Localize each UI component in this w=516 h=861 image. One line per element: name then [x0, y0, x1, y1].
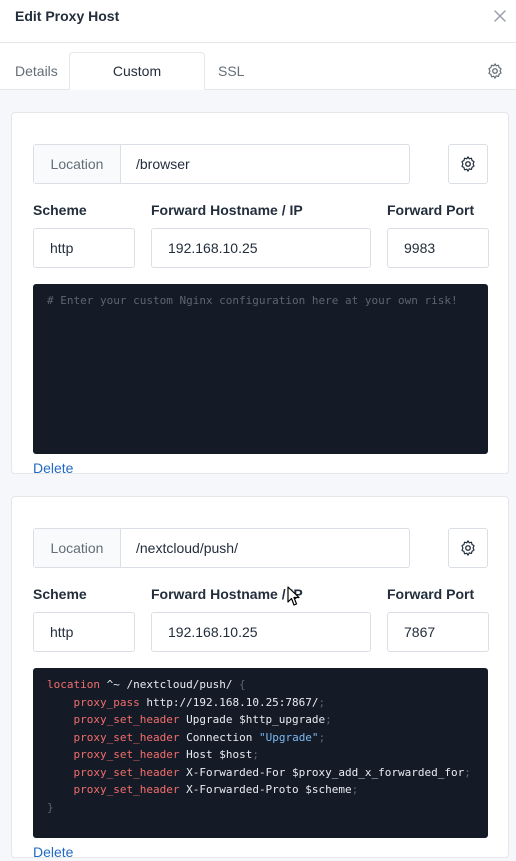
forward-host-label: Forward Hostname / IP: [151, 202, 303, 218]
custom-location-card: Location Scheme Forward Hostname / IP Fo…: [11, 496, 509, 860]
config-line: proxy_set_header X-Forwarded-For $proxy_…: [73, 765, 471, 779]
custom-location-card: Location Scheme Forward Hostname / IP Fo…: [11, 112, 509, 476]
config-line: proxy_set_header Connection "Upgrade";: [73, 730, 326, 744]
advanced-settings-button[interactable]: [448, 528, 488, 568]
modal-header: Edit Proxy Host: [0, 0, 516, 43]
location-input-group: Location: [33, 144, 410, 184]
forward-host-input[interactable]: [151, 612, 371, 652]
forward-port-label: Forward Port: [387, 586, 475, 602]
tab-bar: Details Custom Locations SSL: [0, 43, 516, 115]
delete-location-link[interactable]: Delete: [33, 460, 73, 476]
config-line: }: [47, 800, 54, 814]
modal-title: Edit Proxy Host: [15, 8, 120, 24]
gear-icon: [461, 156, 475, 172]
forward-host-label: Forward Hostname / IP: [151, 586, 303, 602]
location-prefix: Location: [34, 145, 121, 183]
scheme-label: Scheme: [33, 202, 87, 218]
location-path-input[interactable]: [121, 145, 409, 183]
config-line: proxy_set_header Host $host;: [73, 748, 259, 761]
scheme-input[interactable]: [33, 612, 135, 652]
config-line: proxy_set_header X-Forwarded-Proto $sche…: [73, 783, 359, 796]
forward-port-label: Forward Port: [387, 202, 475, 218]
scheme-label: Scheme: [33, 586, 87, 602]
tab-custom-locations[interactable]: Custom Locations: [69, 52, 205, 115]
mouse-pointer-icon: [287, 586, 300, 606]
delete-location-link[interactable]: Delete: [33, 844, 73, 860]
config-line: location ^~ /nextcloud/push/ {: [47, 678, 246, 691]
advanced-settings-button[interactable]: [448, 144, 488, 184]
config-line: proxy_pass http://192.168.10.25:7867/;: [73, 695, 326, 709]
gear-icon: [461, 540, 475, 556]
nginx-config-editor[interactable]: location ^~ /nextcloud/push/ { proxy_pas…: [33, 668, 488, 838]
close-icon[interactable]: [492, 8, 508, 24]
config-placeholder: # Enter your custom Nginx configuration …: [47, 294, 458, 307]
scheme-input[interactable]: [33, 228, 135, 268]
forward-port-input[interactable]: [387, 228, 489, 268]
tab-details[interactable]: Details: [3, 52, 70, 90]
nginx-config-editor[interactable]: # Enter your custom Nginx configuration …: [33, 284, 488, 454]
location-input-group: Location: [33, 528, 410, 568]
forward-host-input[interactable]: [151, 228, 371, 268]
config-line: proxy_set_header Upgrade $http_upgrade;: [73, 713, 332, 726]
gear-icon[interactable]: [486, 62, 504, 80]
forward-port-input[interactable]: [387, 612, 489, 652]
location-path-input[interactable]: [121, 529, 409, 567]
tab-ssl[interactable]: SSL: [206, 52, 256, 90]
location-prefix: Location: [34, 529, 121, 567]
